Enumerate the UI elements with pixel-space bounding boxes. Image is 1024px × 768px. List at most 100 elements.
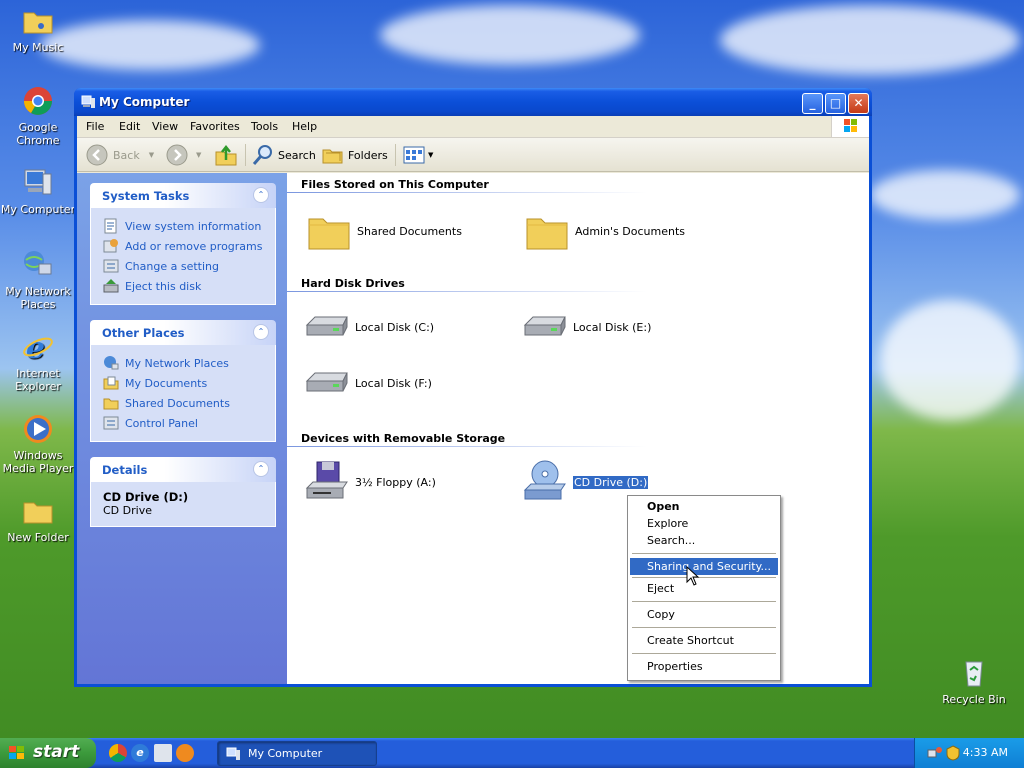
item-shared-documents[interactable]: Shared Documents xyxy=(305,207,462,255)
chrome-icon[interactable] xyxy=(109,744,127,762)
add-remove-programs-icon xyxy=(103,239,118,253)
desktop-icon-label: My Network Places xyxy=(5,285,71,311)
menu-favorites[interactable]: Favorites xyxy=(190,120,240,133)
item-label: Local Disk (C:) xyxy=(355,320,435,334)
folder-icon xyxy=(21,494,55,528)
search-button[interactable]: Search xyxy=(251,143,316,167)
chevron-down-icon[interactable]: ▼ xyxy=(428,151,433,159)
content-pane: Files Stored on This Computer Shared Doc… xyxy=(287,173,869,684)
control-panel-icon xyxy=(103,259,119,273)
desktop-icon-label: Windows Media Player xyxy=(2,449,74,475)
folders-button[interactable]: Folders xyxy=(321,143,388,167)
toolbar-separator xyxy=(395,144,396,166)
item-local-disk-e[interactable]: Local Disk (E:) xyxy=(521,303,651,351)
item-local-disk-c[interactable]: Local Disk (C:) xyxy=(303,303,434,351)
chevron-down-icon[interactable]: ▼ xyxy=(149,151,154,159)
close-button[interactable]: ✕ xyxy=(848,93,869,114)
desktop-icon-my-music[interactable]: My Music xyxy=(0,4,76,54)
collapse-icon[interactable]: ⌃ xyxy=(253,187,269,203)
item-label: 3½ Floppy (A:) xyxy=(355,475,436,489)
network-icon xyxy=(21,248,55,282)
desktop-icon-windows-media-player[interactable]: Windows Media Player xyxy=(0,412,76,475)
menu-help[interactable]: Help xyxy=(292,120,317,133)
desktop-icon-label: Recycle Bin xyxy=(942,693,1006,706)
system-tasks-header[interactable]: System Tasks ⌃ xyxy=(90,183,276,208)
start-button[interactable]: start xyxy=(0,738,96,768)
folder-music-icon xyxy=(21,4,55,38)
menu-view[interactable]: View xyxy=(152,120,178,133)
hard-disk-icon xyxy=(521,303,569,351)
desktop-icon-google-chrome[interactable]: Google Chrome xyxy=(0,84,76,147)
title-bar[interactable]: My Computer _ □ ✕ xyxy=(74,88,872,116)
menu-separator xyxy=(632,627,776,628)
menu-tools[interactable]: Tools xyxy=(251,120,278,133)
place-my-network-places[interactable]: My Network Places xyxy=(103,353,267,373)
task-label: View system information xyxy=(125,219,262,233)
menu-bar: File Edit View Favorites Tools Help xyxy=(77,116,869,138)
group-header: Devices with Removable Storage xyxy=(301,432,506,445)
task-add-remove-programs[interactable]: Add or remove programs xyxy=(103,236,267,256)
item-local-disk-f[interactable]: Local Disk (F:) xyxy=(303,359,432,407)
folder-icon xyxy=(523,207,571,255)
media-player-icon[interactable] xyxy=(176,744,194,762)
show-desktop-icon[interactable] xyxy=(154,744,172,762)
ctx-search[interactable]: Search... xyxy=(630,532,778,549)
media-player-icon xyxy=(21,412,55,446)
place-control-panel[interactable]: Control Panel xyxy=(103,413,267,433)
place-my-documents[interactable]: My Documents xyxy=(103,373,267,393)
other-places-header[interactable]: Other Places ⌃ xyxy=(90,320,276,345)
ctx-properties[interactable]: Properties xyxy=(630,658,778,675)
ctx-explore[interactable]: Explore xyxy=(630,515,778,532)
task-view-system-information[interactable]: View system information xyxy=(103,216,267,236)
group-divider xyxy=(287,192,647,193)
item-label: Local Disk (F:) xyxy=(355,376,432,390)
task-eject-disk[interactable]: Eject this disk xyxy=(103,276,267,296)
hard-disk-icon xyxy=(303,359,351,407)
task-label: Add or remove programs xyxy=(125,239,263,253)
network-tray-icon[interactable] xyxy=(927,745,943,761)
desktop-icon-internet-explorer[interactable]: e Internet Explorer xyxy=(0,330,76,393)
desktop-icon-new-folder[interactable]: New Folder xyxy=(0,494,76,544)
ctx-copy[interactable]: Copy xyxy=(630,606,778,623)
recycle-bin-icon xyxy=(957,656,991,690)
up-folder-icon xyxy=(215,144,237,166)
collapse-icon[interactable]: ⌃ xyxy=(253,324,269,340)
clock[interactable]: 4:33 AM xyxy=(963,746,1008,759)
item-floppy-a[interactable]: 3½ Floppy (A:) xyxy=(303,458,436,506)
desktop-icon-recycle-bin[interactable]: Recycle Bin xyxy=(936,656,1012,706)
minimize-button[interactable]: _ xyxy=(802,93,823,114)
forward-button[interactable]: ▼ xyxy=(165,143,201,167)
desktop-icon-my-computer[interactable]: My Computer xyxy=(0,166,76,216)
ctx-eject[interactable]: Eject xyxy=(630,580,778,597)
ctx-create-shortcut[interactable]: Create Shortcut xyxy=(630,632,778,649)
details-header[interactable]: Details ⌃ xyxy=(90,457,276,482)
place-label: My Network Places xyxy=(125,356,229,370)
back-button[interactable]: Back ▼ xyxy=(85,143,154,167)
group-divider xyxy=(287,446,647,447)
place-shared-documents[interactable]: Shared Documents xyxy=(103,393,267,413)
item-label: Shared Documents xyxy=(357,224,462,238)
item-admins-documents[interactable]: Admin's Documents xyxy=(523,207,685,255)
forward-arrow-icon xyxy=(166,144,188,166)
chevron-down-icon[interactable]: ▼ xyxy=(196,151,201,159)
security-tray-icon[interactable] xyxy=(945,745,961,761)
internet-explorer-icon[interactable]: e xyxy=(131,744,149,762)
place-label: My Documents xyxy=(125,376,208,390)
search-icon xyxy=(252,145,272,165)
menu-file[interactable]: File xyxy=(86,120,104,133)
up-folder-button[interactable] xyxy=(214,143,238,167)
svg-text:e: e xyxy=(26,331,45,364)
ctx-sharing-and-security[interactable]: Sharing and Security... xyxy=(630,558,778,575)
toolbar: Back ▼ ▼ Search Folders ▼ xyxy=(77,138,869,172)
ctx-open[interactable]: Open xyxy=(630,498,778,515)
task-change-setting[interactable]: Change a setting xyxy=(103,256,267,276)
group-divider xyxy=(287,291,647,292)
taskbar-item-my-computer[interactable]: My Computer xyxy=(217,741,377,766)
views-button[interactable]: ▼ xyxy=(402,143,433,167)
computer-icon xyxy=(81,95,96,109)
collapse-icon[interactable]: ⌃ xyxy=(253,461,269,477)
menu-edit[interactable]: Edit xyxy=(119,120,140,133)
maximize-button[interactable]: □ xyxy=(825,93,846,114)
desktop-icon-my-network-places[interactable]: My Network Places xyxy=(0,248,76,311)
desktop-icon-label: My Computer xyxy=(0,203,76,216)
